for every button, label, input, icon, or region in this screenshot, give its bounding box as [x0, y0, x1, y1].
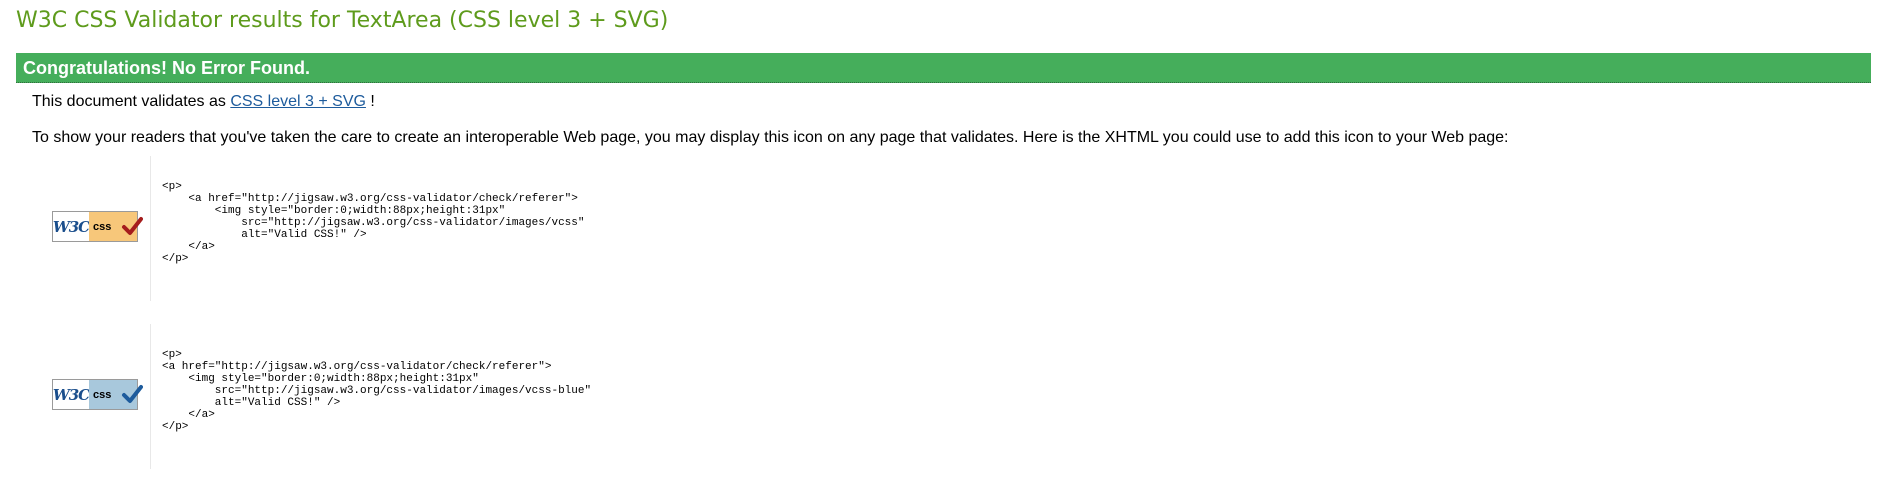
page-title: W3C CSS Validator results for TextArea (… — [16, 8, 669, 33]
validates-prefix: This document validates as — [32, 93, 226, 110]
validates-suffix: ! — [370, 93, 375, 110]
congrats-message: Congratulations! No Error Found. — [23, 58, 310, 78]
css-label-area: css — [89, 212, 143, 241]
validates-statement: This document validates as CSS level 3 +… — [32, 92, 375, 112]
valid-css-badge-blue-icon[interactable]: W3C css — [52, 379, 143, 410]
w3c-logo-text: W3C — [52, 217, 90, 236]
checkmark-icon — [122, 217, 143, 235]
readers-instructions: To show your readers that you've taken t… — [32, 129, 1509, 146]
badge-cell: W3C css — [32, 156, 151, 301]
badge-block-gold: W3C css <p> <a href="http://jigsaw.w3.or… — [32, 156, 652, 301]
w3c-logo-text: W3C — [52, 385, 90, 404]
badge-code-snippet: <p> <a href="http://jigsaw.w3.org/css-va… — [162, 349, 592, 433]
css-profile-link[interactable]: CSS level 3 + SVG — [230, 93, 366, 110]
css-label-area: css — [89, 380, 143, 409]
badge-code-snippet: <p> <a href="http://jigsaw.w3.org/css-va… — [162, 181, 585, 265]
checkmark-icon — [122, 385, 143, 403]
badge-block-blue: W3C css <p> <a href="http://jigsaw.w3.or… — [32, 324, 652, 469]
badge-cell: W3C css — [32, 324, 151, 469]
congrats-banner: Congratulations! No Error Found. — [16, 53, 1871, 83]
valid-css-badge-gold-icon[interactable]: W3C css — [52, 211, 143, 242]
css-label: css — [93, 388, 112, 401]
css-label: css — [93, 220, 112, 233]
